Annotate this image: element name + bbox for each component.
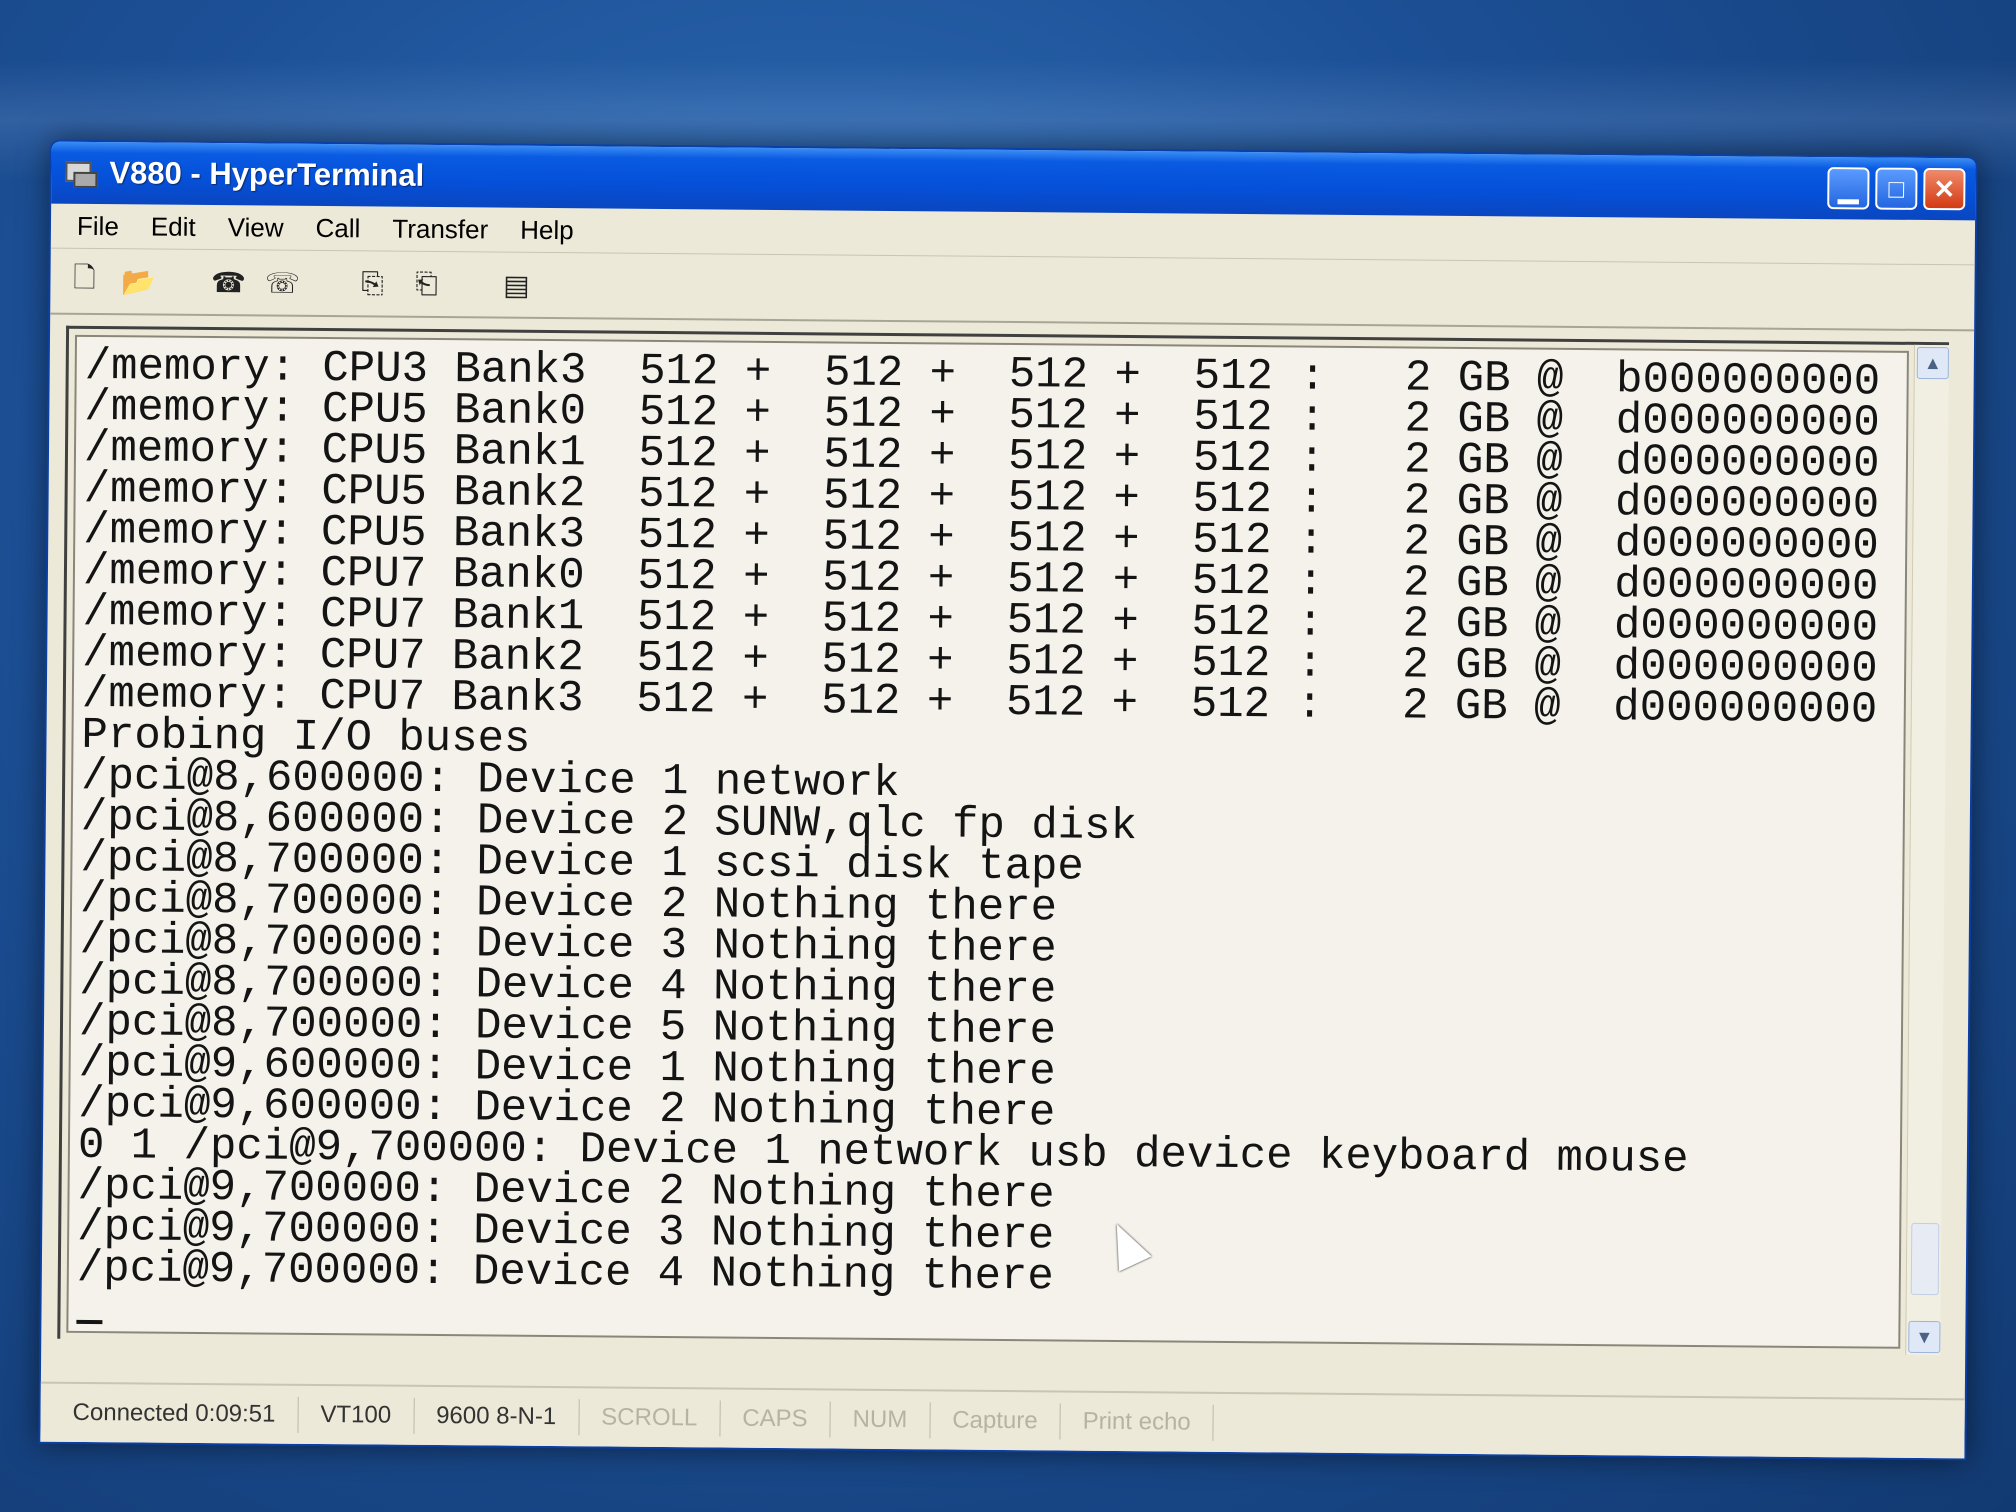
status-settings: 9600 8-N-1 — [413, 1397, 580, 1436]
menu-edit[interactable]: Edit — [135, 211, 212, 243]
maximize-button[interactable]: □ — [1875, 167, 1918, 210]
status-capture: Capture — [930, 1402, 1061, 1440]
chevron-up-icon: ▲ — [1923, 352, 1942, 373]
close-button[interactable]: ✕ — [1923, 167, 1966, 211]
close-icon: ✕ — [1933, 173, 1956, 204]
hyperterminal-window: V880 - HyperTerminal ▁ □ ✕ File Edit Vie… — [38, 139, 1978, 1461]
chevron-down-icon: ▼ — [1915, 1326, 1934, 1347]
menu-transfer[interactable]: Transfer — [376, 213, 504, 245]
terminal-screen[interactable]: /memory: CPU3 Bank3 512 + 512 + 512 + 51… — [66, 334, 1909, 1349]
hyperterminal-app-icon — [63, 156, 98, 190]
open-icon[interactable]: 📂 — [118, 261, 158, 301]
minimize-icon: ▁ — [1838, 172, 1859, 203]
status-bar: Connected 0:09:51 VT100 9600 8-N-1 SCROL… — [40, 1381, 1965, 1459]
scroll-thumb[interactable] — [1910, 1222, 1940, 1296]
minimize-button[interactable]: ▁ — [1827, 167, 1870, 210]
connect-icon[interactable]: ☎ — [208, 262, 248, 302]
text-cursor — [76, 1289, 103, 1325]
status-connected: Connected 0:09:51 — [50, 1394, 299, 1433]
scroll-down-button[interactable]: ▼ — [1908, 1320, 1941, 1354]
status-caps: CAPS — [720, 1400, 831, 1438]
window-controls: ▁ □ ✕ — [1827, 167, 1966, 211]
menu-file[interactable]: File — [61, 210, 135, 242]
window-title: V880 - HyperTerminal — [109, 155, 425, 193]
status-print-echo: Print echo — [1060, 1403, 1214, 1441]
terminal-frame: /memory: CPU3 Bank3 512 + 512 + 512 + 51… — [57, 325, 1950, 1356]
menu-call[interactable]: Call — [299, 212, 376, 244]
send-icon[interactable]: ⎘ — [352, 263, 392, 303]
status-num: NUM — [830, 1401, 931, 1439]
new-icon[interactable]: 🗋 — [64, 261, 104, 301]
receive-icon[interactable]: ⎗ — [406, 264, 446, 304]
status-emulation: VT100 — [298, 1396, 415, 1434]
menu-help[interactable]: Help — [504, 214, 590, 246]
disconnect-icon[interactable]: ☏ — [262, 262, 302, 302]
vertical-scrollbar[interactable]: ▲ ▼ — [1905, 344, 1950, 1356]
status-scroll: SCROLL — [579, 1399, 721, 1437]
properties-icon[interactable]: ▤ — [496, 265, 536, 305]
maximize-icon: □ — [1888, 173, 1905, 204]
menu-view[interactable]: View — [212, 212, 300, 244]
scroll-up-button[interactable]: ▲ — [1916, 346, 1949, 380]
